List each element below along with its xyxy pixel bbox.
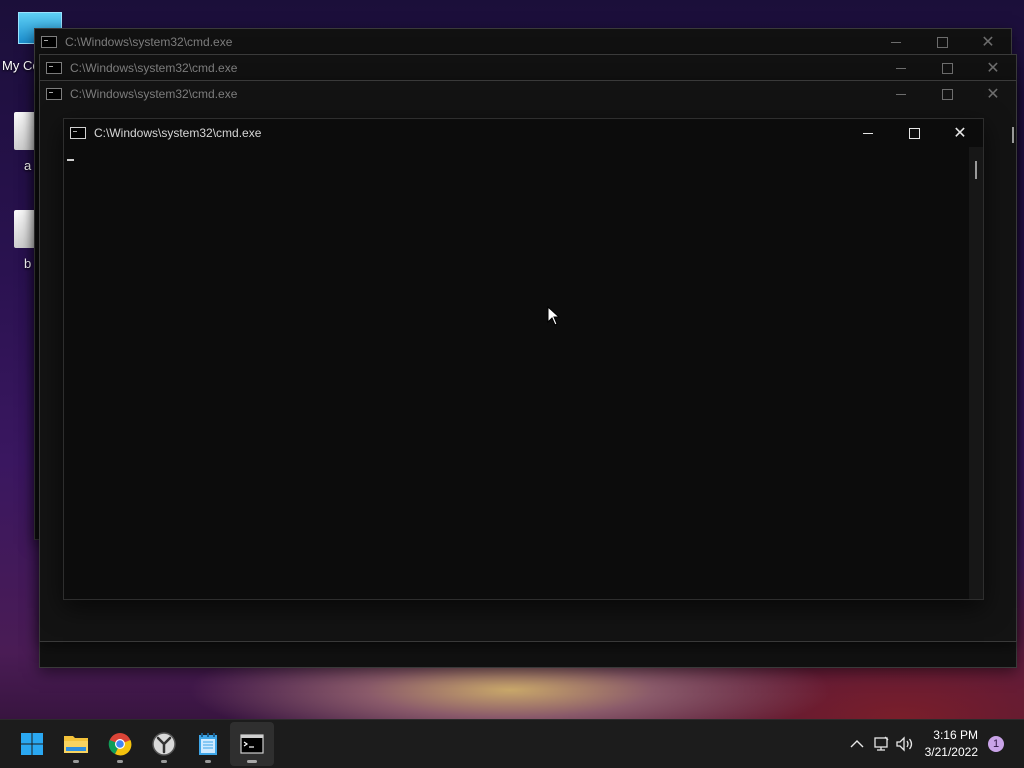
maximize-button[interactable] [924,55,970,81]
cmd-icon [41,36,57,48]
maximize-icon [936,36,948,48]
minimize-button[interactable] [878,81,924,107]
text-cursor [67,159,74,161]
close-button[interactable]: ✕ [965,29,1011,55]
close-icon: ✕ [953,125,967,142]
minimize-button[interactable] [845,119,891,147]
taskbar-cmd[interactable] [230,722,274,766]
running-indicator [161,760,167,763]
system-tray: 3:16 PM 3/21/2022 1 [845,720,1024,768]
taskbar-clock[interactable]: 3:16 PM 3/21/2022 [925,727,978,761]
taskbar-chrome[interactable] [98,722,142,766]
maximize-icon [941,88,953,100]
window-title: C:\Windows\system32\cmd.exe [70,61,238,75]
cmd-icon [46,88,62,100]
window-titlebar[interactable]: C:\Windows\system32\cmd.exe ✕ [35,29,1011,55]
taskbar-clock-app[interactable] [142,722,186,766]
taskbar: 3:16 PM 3/21/2022 1 [0,719,1024,768]
window-title: C:\Windows\system32\cmd.exe [65,35,233,49]
window-title: C:\Windows\system32\cmd.exe [94,126,262,140]
show-hidden-icons-button[interactable] [845,732,869,756]
volume-button[interactable] [893,732,917,756]
minimize-button[interactable] [878,55,924,81]
close-button[interactable]: ✕ [970,81,1016,107]
notepad-icon [199,733,217,755]
volume-icon [895,736,912,752]
window-title: C:\Windows\system32\cmd.exe [70,87,238,101]
running-indicator [205,760,211,763]
maximize-button[interactable] [919,29,965,55]
minimize-icon [891,41,901,43]
vertical-scrollbar[interactable] [969,147,983,599]
window-titlebar[interactable]: C:\Windows\system32\cmd.exe ✕ [40,81,1016,107]
clock-app-icon [152,732,176,756]
clock-date: 3/21/2022 [924,745,978,759]
taskbar-file-explorer[interactable] [54,722,98,766]
close-button[interactable]: ✕ [937,119,983,147]
cmd-icon [46,62,62,74]
maximize-button[interactable] [924,81,970,107]
console-output[interactable] [64,147,969,599]
maximize-icon [941,62,953,74]
minimize-icon [896,67,906,69]
network-button[interactable] [869,732,893,756]
cmd-window-active[interactable]: C:\Windows\system32\cmd.exe ✕ [63,118,984,600]
cmd-icon [240,734,264,754]
maximize-icon [908,127,920,139]
windows-logo-icon [21,733,43,755]
cmd-icon [70,127,86,139]
scrollbar-thumb[interactable] [975,161,977,179]
minimize-icon [896,93,906,95]
minimize-icon [863,132,873,134]
close-icon: ✕ [981,34,995,51]
network-icon [873,736,889,751]
window-titlebar[interactable]: C:\Windows\system32\cmd.exe ✕ [64,119,983,147]
chrome-icon [108,733,132,756]
clock-time: 3:16 PM [933,728,978,742]
chevron-up-icon [850,740,864,748]
taskbar-notepad[interactable] [186,722,230,766]
running-indicator [73,760,79,763]
minimize-button[interactable] [873,29,919,55]
window-titlebar[interactable]: C:\Windows\system32\cmd.exe ✕ [40,55,1016,81]
scrollbar-thumb[interactable] [1012,127,1014,143]
close-icon: ✕ [986,60,1000,77]
start-button[interactable] [10,722,54,766]
folder-icon [64,736,88,753]
close-icon: ✕ [986,86,1000,103]
running-indicator [247,760,257,763]
notification-badge[interactable]: 1 [988,736,1004,752]
maximize-button[interactable] [891,119,937,147]
close-button[interactable]: ✕ [970,55,1016,81]
running-indicator [117,760,123,763]
